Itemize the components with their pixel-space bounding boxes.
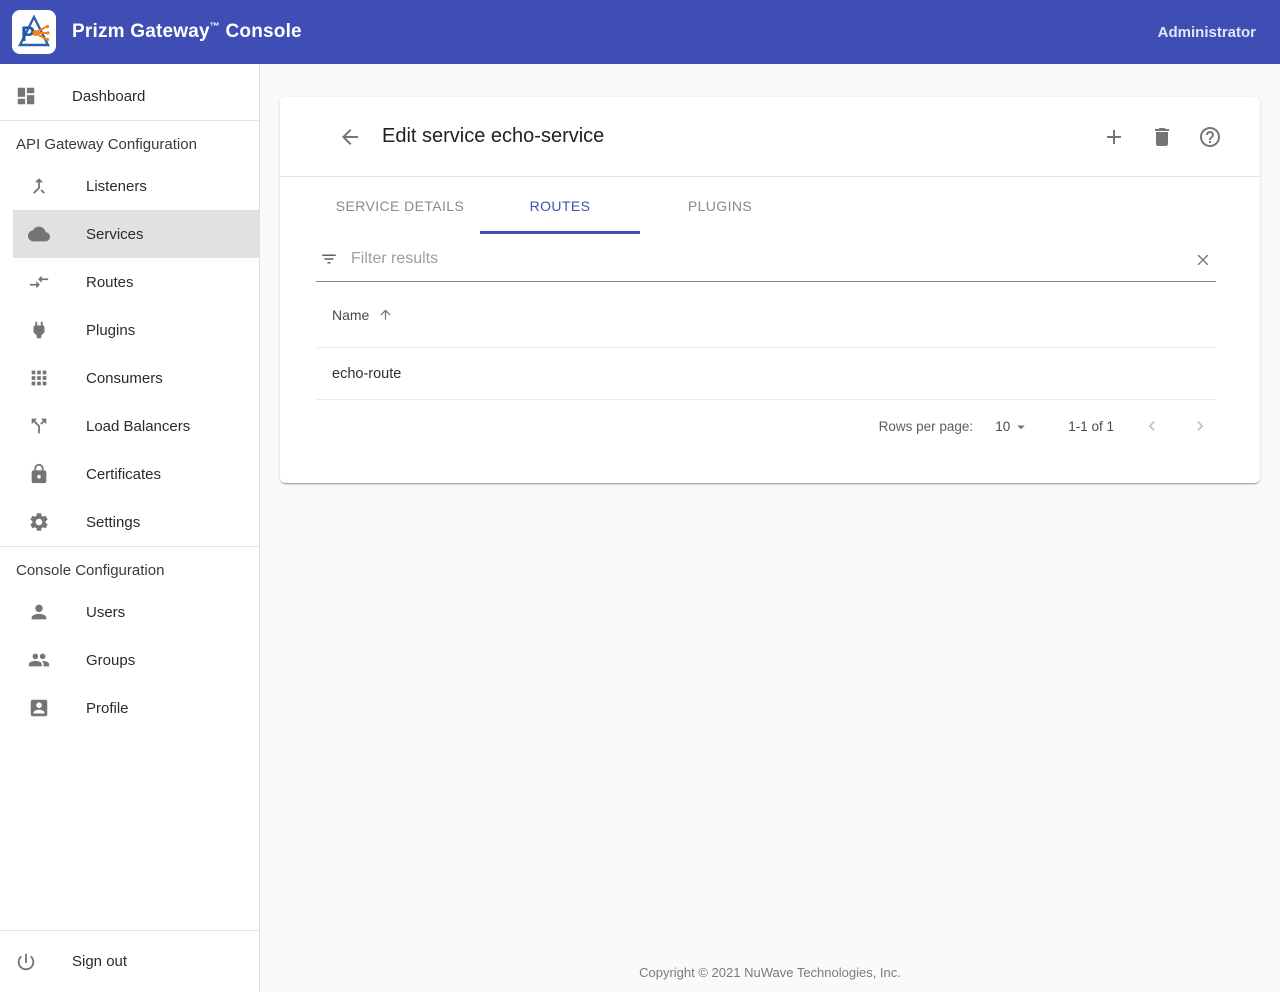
previous-page-button[interactable] — [1136, 410, 1168, 442]
back-arrow-icon — [338, 125, 362, 149]
sign-out-button[interactable]: Sign out — [0, 938, 259, 986]
back-button[interactable] — [332, 119, 368, 155]
plus-icon — [1102, 125, 1126, 149]
sidebar-item-plugins[interactable]: Plugins — [13, 306, 259, 354]
column-header-label: Name — [332, 307, 369, 323]
call-split-icon — [28, 415, 50, 437]
current-user-label[interactable]: Administrator — [1158, 24, 1256, 41]
filter-icon — [320, 250, 338, 268]
sidebar-item-label: Groups — [86, 652, 135, 669]
sidebar-nav: Dashboard API Gateway Configuration List… — [0, 64, 260, 992]
sidebar-item-label: Listeners — [86, 178, 147, 195]
edit-service-card: Edit service echo-service SERVICE DETAIL… — [280, 97, 1260, 483]
main-content: Edit service echo-service SERVICE DETAIL… — [260, 64, 1280, 992]
table-header-name[interactable]: Name — [316, 282, 1216, 348]
call-merge-icon — [28, 175, 50, 197]
tab-routes[interactable]: ROUTES — [480, 177, 640, 234]
signout-section: Sign out — [0, 930, 259, 992]
tab-service-details[interactable]: SERVICE DETAILS — [320, 177, 480, 234]
app-title: Prizm Gateway™ Console — [72, 21, 302, 43]
power-icon — [15, 951, 37, 973]
top-app-bar: P Prizm Gateway™ Console Administrator — [0, 0, 1280, 64]
chevron-right-icon — [1190, 416, 1210, 436]
route-name-cell: echo-route — [332, 366, 401, 382]
sidebar-item-label: Settings — [86, 514, 140, 531]
power-plug-icon — [28, 319, 50, 341]
pagination-range-label: 1-1 of 1 — [1068, 419, 1114, 434]
section-label-console-config: Console Configuration — [0, 547, 259, 588]
sidebar-item-label: Consumers — [86, 370, 163, 387]
sidebar-item-dashboard[interactable]: Dashboard — [0, 72, 259, 120]
sidebar-item-users[interactable]: Users — [13, 588, 259, 636]
gear-icon — [28, 511, 50, 533]
dashboard-icon — [15, 85, 37, 107]
table-pagination: Rows per page: 10 1-1 of 1 — [316, 400, 1216, 452]
rows-per-page-value: 10 — [995, 419, 1010, 434]
filter-input[interactable] — [351, 250, 1190, 268]
sidebar-item-settings[interactable]: Settings — [13, 498, 259, 546]
sidebar-item-label: Routes — [86, 274, 134, 291]
delete-service-button[interactable] — [1144, 119, 1180, 155]
sort-ascending-icon — [378, 307, 393, 322]
people-icon — [28, 649, 50, 671]
sidebar-item-certificates[interactable]: Certificates — [13, 450, 259, 498]
copyright-footer: Copyright © 2021 NuWave Technologies, In… — [260, 965, 1280, 980]
person-icon — [28, 601, 50, 623]
sign-out-label: Sign out — [72, 953, 127, 970]
header-actions — [1096, 119, 1228, 155]
contact-card-icon — [28, 697, 50, 719]
apps-grid-icon — [28, 367, 50, 389]
close-icon — [1194, 250, 1212, 268]
sidebar-item-consumers[interactable]: Consumers — [13, 354, 259, 402]
dropdown-caret-icon — [1012, 418, 1030, 436]
page-title: Edit service echo-service — [382, 125, 604, 148]
tab-bar: SERVICE DETAILS ROUTES PLUGINS — [280, 177, 1260, 234]
add-route-button[interactable] — [1096, 119, 1132, 155]
section-label-api-gateway: API Gateway Configuration — [0, 121, 259, 162]
rows-per-page-select[interactable]: 10 — [995, 416, 1030, 436]
tab-routes-label: ROUTES — [530, 198, 591, 214]
tab-plugins[interactable]: PLUGINS — [640, 177, 800, 234]
sidebar-item-label: Load Balancers — [86, 418, 190, 435]
cloud-icon — [28, 223, 50, 245]
sidebar-item-groups[interactable]: Groups — [13, 636, 259, 684]
sidebar-item-profile[interactable]: Profile — [13, 684, 259, 732]
sidebar-item-label: Dashboard — [72, 88, 145, 105]
sidebar-item-services[interactable]: Services — [13, 210, 259, 258]
help-circle-icon — [1198, 125, 1222, 149]
table-row[interactable]: echo-route — [316, 348, 1216, 400]
active-tab-indicator — [480, 231, 640, 234]
card-header: Edit service echo-service — [280, 97, 1260, 177]
sidebar-item-label: Plugins — [86, 322, 135, 339]
sidebar-item-label: Users — [86, 604, 125, 621]
prizm-logo-icon: P — [16, 14, 52, 50]
sidebar-item-label: Profile — [86, 700, 129, 717]
sidebar-item-label: Services — [86, 226, 144, 243]
prizm-logo: P — [12, 10, 56, 54]
filter-bar — [316, 236, 1216, 282]
compare-arrows-icon — [28, 271, 50, 293]
trademark-symbol: ™ — [210, 22, 220, 33]
clear-filter-button[interactable] — [1190, 246, 1216, 272]
next-page-button[interactable] — [1184, 410, 1216, 442]
sidebar-item-load-balancers[interactable]: Load Balancers — [13, 402, 259, 450]
sidebar-item-label: Certificates — [86, 466, 161, 483]
sidebar-item-listeners[interactable]: Listeners — [13, 162, 259, 210]
sidebar-item-routes[interactable]: Routes — [13, 258, 259, 306]
lock-icon — [28, 463, 50, 485]
chevron-left-icon — [1142, 416, 1162, 436]
trash-icon — [1150, 125, 1174, 149]
rows-per-page-label: Rows per page: — [879, 419, 974, 434]
help-button[interactable] — [1192, 119, 1228, 155]
